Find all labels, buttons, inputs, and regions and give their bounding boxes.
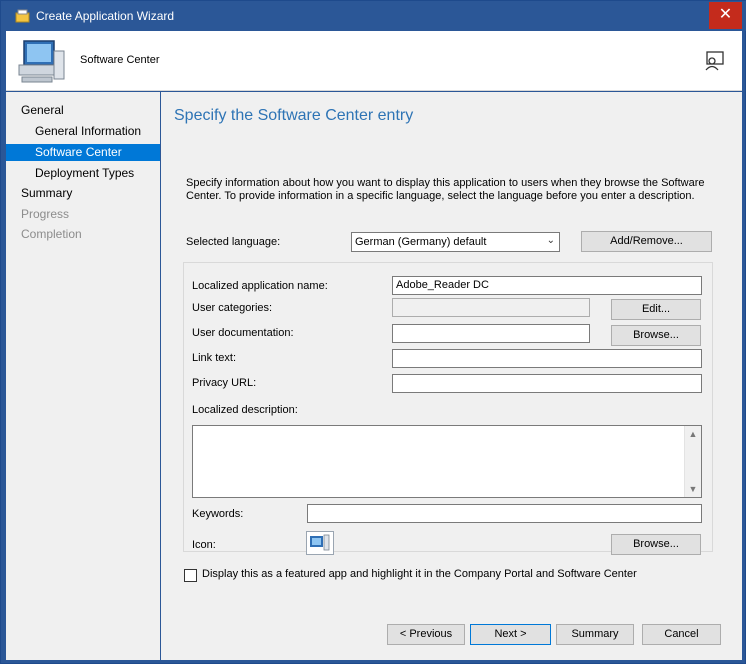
title-bar[interactable]: Create Application Wizard ✕ bbox=[1, 1, 746, 31]
privacy-url-label: Privacy URL: bbox=[192, 377, 257, 389]
page-title: Specify the Software Center entry bbox=[174, 107, 414, 124]
app-icon-preview[interactable] bbox=[306, 531, 334, 555]
summary-button[interactable]: Summary bbox=[556, 624, 634, 645]
nav-item-summary[interactable]: Summary bbox=[6, 185, 160, 202]
privacy-url-input[interactable] bbox=[392, 374, 702, 393]
wizard-navigation: General General Information Software Cen… bbox=[6, 92, 160, 660]
localized-description-textarea[interactable]: ▲ ▼ bbox=[192, 425, 702, 498]
previous-button[interactable]: < Previous bbox=[387, 624, 465, 645]
icon-label: Icon: bbox=[192, 539, 216, 551]
wizard-window: Create Application Wizard ✕ Software Cen… bbox=[0, 0, 746, 664]
featured-app-label: Display this as a featured app and highl… bbox=[202, 568, 637, 580]
next-button[interactable]: Next > bbox=[470, 624, 551, 645]
user-categories-field bbox=[392, 298, 590, 317]
link-text-label: Link text: bbox=[192, 352, 237, 364]
localized-app-name-label: Localized application name: bbox=[192, 280, 328, 292]
nav-item-completion: Completion bbox=[21, 227, 82, 241]
description-scrollbar[interactable]: ▲ ▼ bbox=[684, 426, 701, 497]
add-remove-button[interactable]: Add/Remove... bbox=[581, 231, 712, 252]
browse-documentation-button[interactable]: Browse... bbox=[611, 325, 701, 346]
header-title: Software Center bbox=[80, 54, 160, 66]
scroll-up-icon[interactable]: ▲ bbox=[685, 426, 701, 442]
nav-item-general-information[interactable]: General Information bbox=[6, 123, 160, 140]
chevron-down-icon: ⌄ bbox=[546, 235, 555, 246]
wizard-app-icon bbox=[15, 9, 30, 23]
help-person-icon[interactable] bbox=[703, 50, 725, 72]
keywords-input[interactable] bbox=[307, 504, 702, 523]
nav-item-progress: Progress bbox=[21, 207, 70, 221]
computer-monitor-icon bbox=[18, 40, 65, 83]
edit-categories-button[interactable]: Edit... bbox=[611, 299, 701, 320]
nav-item-general[interactable]: General bbox=[6, 102, 160, 119]
window-title: Create Application Wizard bbox=[36, 9, 175, 23]
language-dropdown[interactable]: German (Germany) default ⌄ bbox=[351, 232, 560, 252]
keywords-label: Keywords: bbox=[192, 508, 244, 520]
user-documentation-label: User documentation: bbox=[192, 327, 294, 339]
close-icon: ✕ bbox=[718, 6, 733, 23]
link-text-input[interactable] bbox=[392, 349, 702, 368]
page-description: Specify information about how you want t… bbox=[186, 177, 705, 202]
selected-language-label: Selected language: bbox=[186, 236, 281, 248]
featured-app-checkbox[interactable] bbox=[184, 569, 197, 582]
close-button[interactable]: ✕ bbox=[709, 2, 742, 29]
language-dropdown-value: German (Germany) default bbox=[355, 236, 487, 248]
user-documentation-input[interactable] bbox=[392, 324, 590, 343]
browse-icon-button[interactable]: Browse... bbox=[611, 534, 701, 555]
cancel-button[interactable]: Cancel bbox=[642, 624, 721, 645]
wizard-header: Software Center bbox=[6, 31, 742, 91]
nav-item-deployment-types[interactable]: Deployment Types bbox=[6, 165, 160, 182]
scroll-down-icon[interactable]: ▼ bbox=[685, 481, 701, 497]
localized-description-label: Localized description: bbox=[192, 404, 298, 416]
user-categories-label: User categories: bbox=[192, 302, 273, 314]
nav-item-software-center[interactable]: Software Center bbox=[6, 144, 160, 161]
wizard-content: Specify the Software Center entry Specif… bbox=[161, 92, 742, 660]
localized-app-name-input[interactable]: Adobe_Reader DC bbox=[392, 276, 702, 295]
